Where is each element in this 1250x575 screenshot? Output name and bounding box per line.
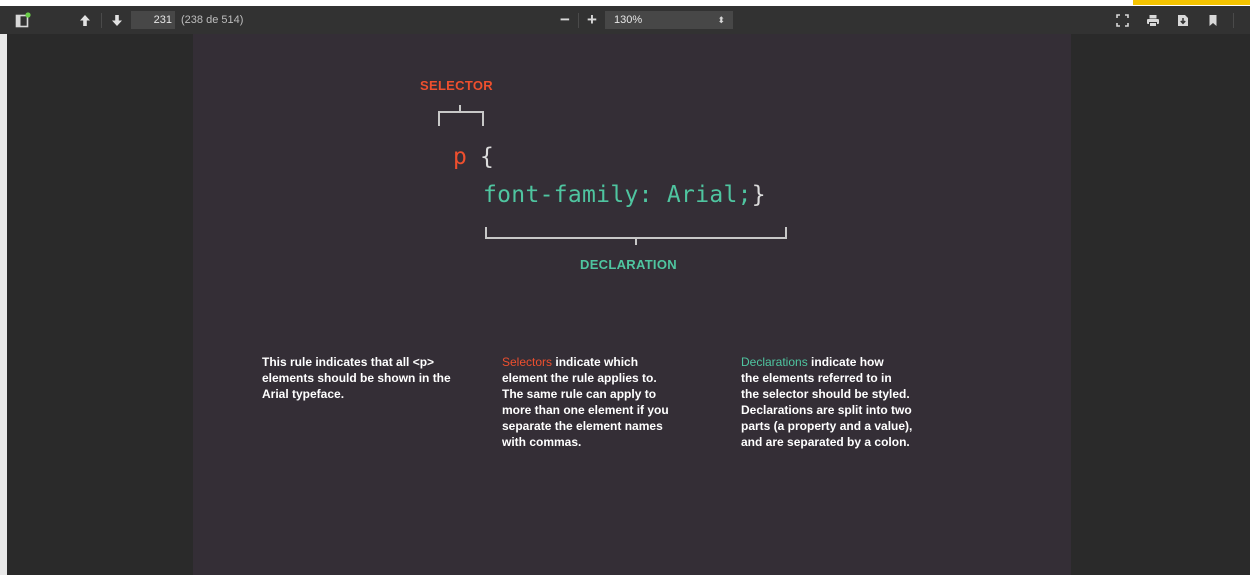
text-line: Arial typeface. [262, 387, 345, 401]
selector-bracket [438, 111, 484, 126]
text-line: the selector should be styled. [741, 387, 910, 401]
toolbar-separator [1233, 13, 1234, 28]
text-line: elements should be shown in the [262, 371, 451, 385]
text-line: separate the element names [502, 419, 663, 433]
left-edge-strip [0, 34, 7, 575]
download-icon [1178, 14, 1188, 26]
rule-explanation-text: This rule indicates that all <p> element… [262, 354, 487, 402]
code-declaration: font-family: Arial; [483, 182, 752, 208]
selector-label: SELECTOR [420, 78, 493, 93]
arrow-down-icon [112, 14, 122, 26]
declaration-label: DECLARATION [580, 257, 677, 272]
zoom-out-button[interactable]: − [556, 6, 574, 34]
text-line: parts (a property and a value), [741, 419, 913, 433]
page-number-value: 231 [153, 14, 172, 26]
zoom-value: 130% [614, 14, 643, 26]
print-button[interactable] [1142, 6, 1164, 34]
fullscreen-icon [1115, 13, 1129, 27]
text-line: and are separated by a colon. [741, 435, 910, 449]
text-line: more than one element if you [502, 403, 669, 417]
pdf-toolbar: 231 (238 de 514) − + 130% ⬍ [0, 6, 1250, 34]
code-declaration-line: font-family: Arial;} [483, 182, 766, 208]
next-page-button[interactable] [106, 6, 128, 34]
code-close-brace: } [751, 182, 766, 208]
declarations-explanation-text: Declarations indicate how the elements r… [741, 354, 981, 450]
text-line: Selectors indicate which [502, 354, 727, 370]
download-button[interactable] [1172, 6, 1194, 34]
sidebar-toggle-button[interactable] [12, 6, 34, 34]
sidebar-toggle-icon [15, 12, 31, 28]
page-count-label: (238 de 514) [181, 14, 244, 26]
select-caret-icon: ⬍ [717, 15, 725, 25]
text-line: element the rule applies to. [502, 371, 657, 385]
accent-bar [1133, 0, 1250, 5]
text-line: This rule indicates that all <p> [262, 355, 435, 369]
zoom-in-button[interactable]: + [583, 6, 601, 34]
toolbar-separator [578, 13, 579, 28]
bookmark-button[interactable] [1202, 6, 1224, 34]
text-line: with commas. [502, 435, 582, 449]
text-fragment: indicate which [552, 355, 639, 369]
pdf-page: SELECTOR p { font-family: Arial;} DECLAR… [193, 34, 1071, 575]
code-selector: p [453, 144, 467, 170]
bookmark-icon [1209, 14, 1217, 26]
zoom-select[interactable]: 130% ⬍ [605, 11, 733, 29]
text-line: Declarations indicate how [741, 354, 981, 370]
code-open-brace: { [480, 144, 494, 170]
declaration-bracket-tick [635, 238, 637, 245]
selector-bracket-tick [459, 105, 461, 112]
text-line: the elements referred to in [741, 371, 892, 385]
toolbar-separator [101, 13, 102, 28]
selectors-explanation-text: Selectors indicate which element the rul… [502, 354, 727, 450]
fullscreen-button[interactable] [1111, 6, 1133, 34]
declarations-keyword: Declarations [741, 355, 808, 369]
previous-page-button[interactable] [74, 6, 96, 34]
selectors-keyword: Selectors [502, 355, 553, 369]
page-number-input[interactable]: 231 [131, 11, 175, 29]
arrow-up-icon [80, 14, 90, 26]
text-fragment: indicate how [807, 355, 884, 369]
print-icon [1147, 14, 1159, 27]
text-line: Declarations are split into two [741, 403, 912, 417]
text-line: The same rule can apply to [502, 387, 657, 401]
